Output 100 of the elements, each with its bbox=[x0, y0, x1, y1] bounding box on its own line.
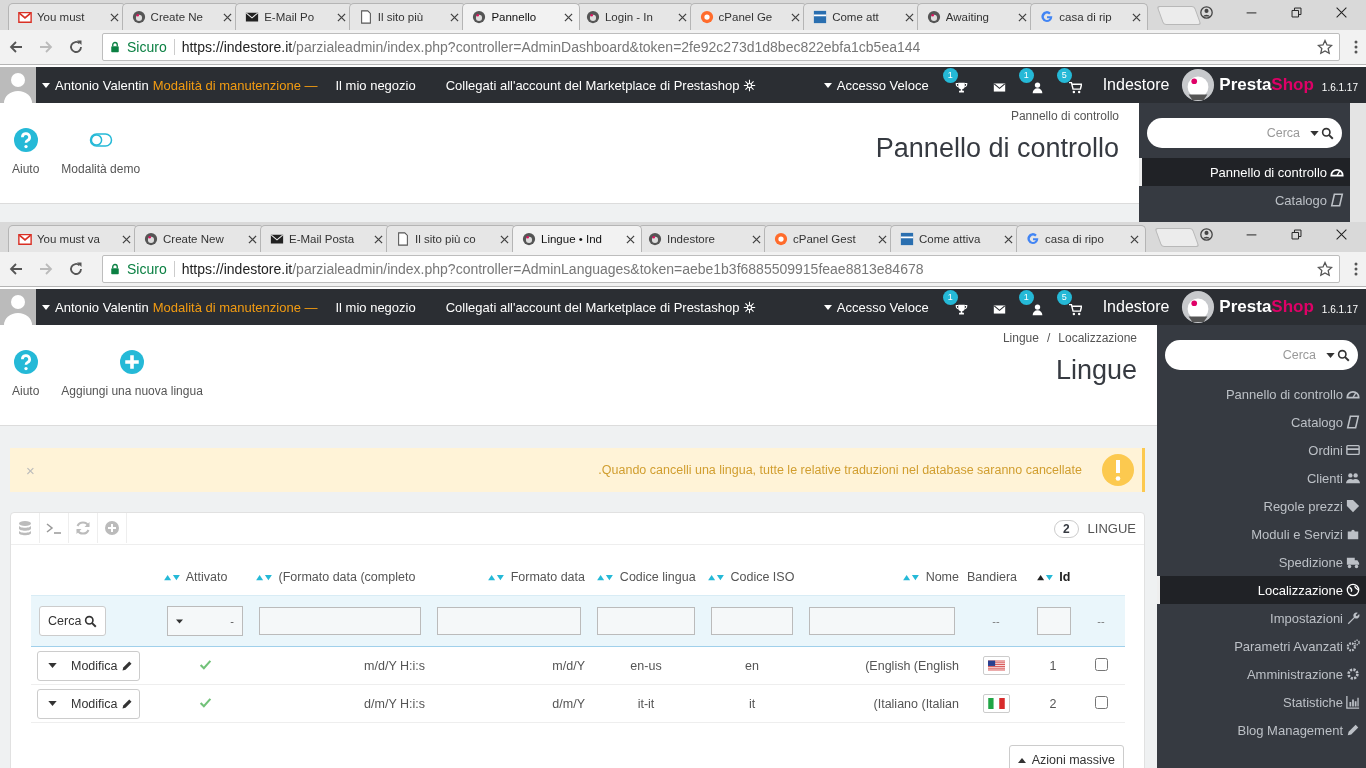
sidebar-item[interactable]: Catalogo bbox=[1157, 408, 1366, 436]
close-icon[interactable] bbox=[336, 12, 346, 22]
sidebar-item[interactable]: Amministrazione bbox=[1157, 660, 1366, 688]
filter-input[interactable] bbox=[809, 607, 955, 635]
sort-arrows-icon[interactable] bbox=[1035, 574, 1054, 581]
browser-tab[interactable]: casa di ripo bbox=[1016, 225, 1146, 252]
reload-icon[interactable] bbox=[68, 261, 84, 277]
check-icon[interactable] bbox=[198, 695, 212, 709]
sidebar-item[interactable]: Pannello di controllo bbox=[1157, 380, 1366, 408]
browser-tab[interactable]: Lingue • Ind bbox=[512, 225, 642, 252]
column-header[interactable]: Id bbox=[1029, 559, 1077, 596]
shop-link[interactable]: Il mio negozio bbox=[335, 299, 416, 315]
envelope-icon[interactable] bbox=[993, 80, 1007, 94]
column-header[interactable]: Codice ISO bbox=[703, 559, 801, 596]
browser-tab[interactable]: Pannello bbox=[462, 3, 580, 30]
close-icon[interactable] bbox=[109, 12, 119, 22]
sidebar-item[interactable]: Spedizione bbox=[1157, 548, 1366, 576]
maintenance-mode-link[interactable]: Modalità di manutenzione — bbox=[152, 77, 318, 93]
sidebar-item[interactable]: Blog Management bbox=[1157, 716, 1366, 744]
row-checkbox[interactable] bbox=[1094, 695, 1108, 709]
restore-icon[interactable] bbox=[1290, 6, 1303, 19]
shop-name-link[interactable]: Indestore bbox=[1102, 76, 1170, 94]
menu-icon[interactable] bbox=[1354, 39, 1358, 55]
close-icon[interactable] bbox=[791, 12, 801, 22]
column-header[interactable]: Formato data bbox=[429, 559, 589, 596]
back-icon[interactable] bbox=[8, 39, 24, 55]
search-icon[interactable] bbox=[1337, 349, 1350, 362]
caret-icon[interactable] bbox=[1326, 353, 1335, 358]
close-icon[interactable] bbox=[1335, 6, 1348, 19]
user-icon[interactable] bbox=[1031, 302, 1045, 316]
sidebar-item[interactable]: Pannello di controllo bbox=[1139, 158, 1350, 186]
edit-button[interactable]: Modifica bbox=[37, 688, 140, 719]
edit-button[interactable]: Modifica bbox=[37, 650, 140, 681]
toolbar-button[interactable]: Modalità demo bbox=[61, 128, 141, 203]
back-icon[interactable] bbox=[8, 261, 24, 277]
shop-name-link[interactable]: Indestore bbox=[1102, 298, 1170, 316]
close-icon[interactable] bbox=[626, 234, 635, 244]
filter-input[interactable] bbox=[597, 607, 695, 635]
close-icon[interactable] bbox=[752, 234, 761, 244]
envelope-icon[interactable] bbox=[993, 302, 1007, 316]
column-header[interactable]: Nome bbox=[801, 559, 963, 596]
caret-icon[interactable] bbox=[1310, 131, 1319, 136]
filter-input[interactable] bbox=[437, 607, 581, 635]
employee-menu[interactable]: Antonio Valentin bbox=[42, 77, 149, 93]
sidebar-item[interactable]: Regole prezzi bbox=[1157, 492, 1366, 520]
close-icon[interactable] bbox=[1335, 228, 1348, 241]
employee-menu[interactable]: Antonio Valentin bbox=[42, 299, 149, 315]
close-icon[interactable] bbox=[1130, 234, 1139, 244]
close-icon[interactable] bbox=[374, 234, 383, 244]
column-header[interactable]: Bandiera bbox=[963, 559, 1029, 596]
filter-select[interactable]: - bbox=[167, 606, 243, 636]
star-icon[interactable] bbox=[1317, 261, 1333, 277]
cart-icon[interactable] bbox=[1069, 80, 1083, 94]
filter-input[interactable] bbox=[259, 607, 421, 635]
maintenance-mode-link[interactable]: Modalità di manutenzione — bbox=[152, 299, 318, 315]
marketplace-link[interactable]: Collegati all'account del Marketplace di Prestashop bbox=[445, 77, 740, 93]
close-icon[interactable] bbox=[450, 12, 460, 22]
column-header[interactable]: Codice lingua bbox=[589, 559, 703, 596]
close-icon[interactable] bbox=[563, 12, 573, 22]
trophy-icon[interactable] bbox=[955, 302, 969, 316]
column-header[interactable]: Attivato bbox=[159, 559, 251, 596]
column-header[interactable]: (Formato data (completo bbox=[251, 559, 429, 596]
restore-icon[interactable] bbox=[1290, 228, 1303, 241]
user-icon[interactable] bbox=[1031, 80, 1045, 94]
search-button[interactable]: Cerca bbox=[39, 606, 107, 636]
close-icon[interactable] bbox=[122, 234, 131, 244]
close-icon[interactable] bbox=[904, 12, 914, 22]
star-icon[interactable] bbox=[1317, 39, 1333, 55]
menu-icon[interactable] bbox=[1354, 261, 1358, 277]
marketplace-link[interactable]: Collegati all'account del Marketplace di Prestashop bbox=[445, 299, 740, 315]
close-icon[interactable] bbox=[1131, 12, 1141, 22]
cart-icon[interactable] bbox=[1069, 302, 1083, 316]
close-icon[interactable] bbox=[878, 234, 887, 244]
sidebar-item[interactable]: Statistiche bbox=[1157, 688, 1366, 716]
caret-icon[interactable] bbox=[48, 701, 57, 706]
address-field[interactable]: Sicuro https://indestore.it/parzialeadmin/index.php?controller=AdminLanguages&token=aebe1b3f6885509915feae8813e84678 bbox=[102, 255, 1340, 283]
close-icon[interactable] bbox=[248, 234, 257, 244]
toolbar-button[interactable]: Aggiungi una nuova lingua bbox=[61, 350, 203, 425]
shop-link[interactable]: Il mio negozio bbox=[335, 77, 416, 93]
close-icon[interactable] bbox=[1004, 234, 1013, 244]
toolbar-button[interactable]: Aiuto bbox=[12, 128, 40, 203]
breadcrumb-link[interactable]: Pannello di controllo bbox=[1010, 109, 1119, 123]
bulk-actions-button[interactable]: Azioni massive bbox=[1008, 745, 1124, 768]
filter-input[interactable] bbox=[711, 607, 793, 635]
sidebar-item[interactable]: Localizzazione bbox=[1157, 576, 1366, 604]
reload-icon[interactable] bbox=[68, 39, 84, 55]
trophy-icon[interactable] bbox=[955, 80, 969, 94]
sidebar-item[interactable]: Clienti bbox=[1157, 464, 1366, 492]
scrollbar[interactable] bbox=[1350, 103, 1366, 222]
row-checkbox[interactable] bbox=[1094, 657, 1108, 671]
profile-icon[interactable] bbox=[1200, 6, 1213, 19]
sidebar-item[interactable]: Ordini bbox=[1157, 436, 1366, 464]
sidebar-item[interactable]: Moduli e Servizi bbox=[1157, 520, 1366, 548]
sidebar-item[interactable]: Parametri Avanzati bbox=[1157, 632, 1366, 660]
filter-input[interactable] bbox=[1037, 607, 1071, 635]
breadcrumb-link[interactable]: Localizzazione bbox=[1058, 331, 1137, 345]
profile-icon[interactable] bbox=[1200, 228, 1213, 241]
caret-icon[interactable] bbox=[48, 663, 57, 668]
toolbar-button[interactable]: Aiuto bbox=[12, 350, 40, 425]
close-icon[interactable] bbox=[500, 234, 509, 244]
